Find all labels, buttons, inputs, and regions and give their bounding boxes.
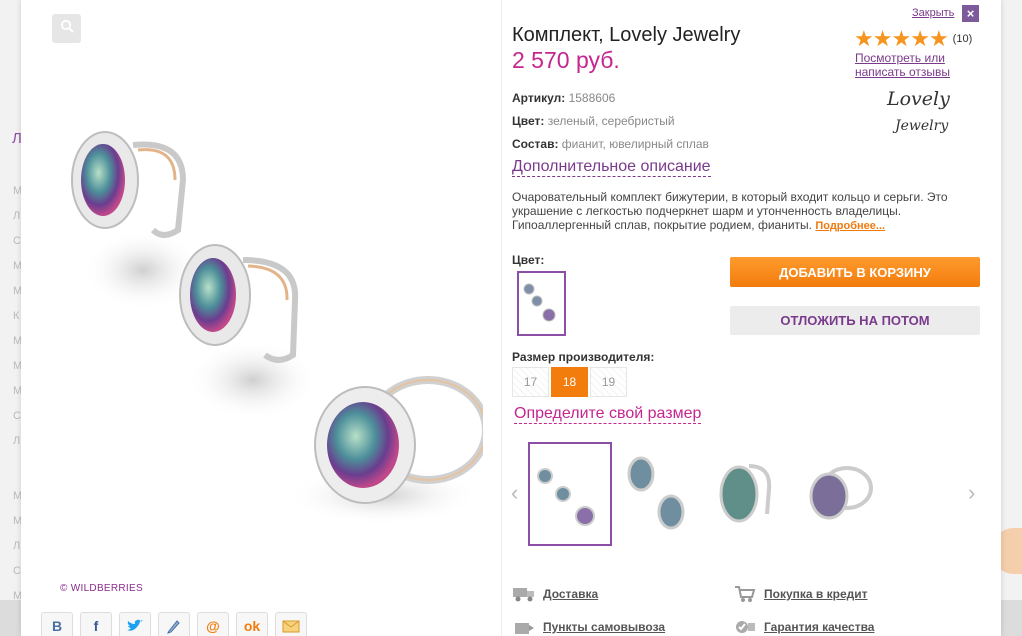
mailru-icon[interactable]: @ (197, 612, 229, 636)
size-option[interactable]: 19 (590, 367, 627, 397)
cart-icon (733, 585, 757, 603)
save-for-later-button[interactable]: ОТЛОЖИТЬ НА ПОТОМ (730, 306, 980, 335)
odnoklassniki-icon[interactable]: ok (236, 612, 268, 636)
thumbnail-strip: ‹ › (511, 440, 981, 550)
rating-stars: ★ ★ ★ ★ ★ (10) (854, 28, 972, 50)
pickup-icon (512, 618, 536, 636)
delivery-label: Доставка (543, 587, 599, 601)
product-quickview-popup: © WILDBERRIES В f @ ok Комплект, Lovely … (21, 0, 1001, 636)
credit-label: Покупка в кредит (764, 587, 868, 601)
spec-composition-value: фианит, ювелирный сплав (561, 137, 709, 151)
brand-logo-line1: Lovely (887, 88, 950, 110)
brand-logo[interactable]: Lovely Jewelry (887, 88, 957, 140)
chevron-right-icon[interactable]: › (968, 480, 975, 506)
star-icon: ★ (854, 26, 874, 51)
pickup-label: Пункты самовывоза (543, 620, 666, 634)
column-divider (501, 0, 502, 636)
background-letter: С (13, 565, 21, 577)
review-count: (10) (952, 33, 973, 45)
size-heading: Размер производителя: (512, 350, 655, 364)
brand-logo-line2: Jewelry (895, 118, 949, 134)
color-swatch[interactable] (517, 271, 566, 336)
background-letter: Л (13, 435, 21, 447)
thumbnail[interactable] (709, 444, 789, 544)
vk-icon[interactable]: В (41, 612, 73, 636)
background-letter: С (13, 410, 21, 422)
zoom-button[interactable] (52, 14, 81, 43)
facebook-icon[interactable]: f (80, 612, 112, 636)
background-letter: Л (13, 540, 21, 552)
star-icon: ★ (910, 26, 930, 51)
star-icon: ★ (891, 26, 911, 51)
twitter-icon[interactable] (119, 612, 151, 636)
spec-color-value: зеленый, серебристый (547, 114, 675, 128)
size-option[interactable]: 17 (512, 367, 549, 397)
spec-color: Цвет: зеленый, серебристый (512, 114, 675, 128)
close-icon[interactable]: × (962, 5, 979, 22)
color-heading: Цвет: (512, 253, 545, 267)
social-share-bar: В f @ ok (41, 612, 307, 636)
thumbnail[interactable] (528, 442, 612, 546)
chevron-left-icon[interactable]: ‹ (511, 480, 518, 506)
truck-icon (512, 585, 536, 603)
find-size-link[interactable]: Определите свой размер (514, 405, 702, 424)
credit-link[interactable]: Покупка в кредит (733, 585, 868, 603)
size-selector: 17 18 19 (512, 367, 627, 397)
search-icon (60, 19, 74, 38)
spec-article-value: 1588606 (568, 91, 616, 105)
background-letter: К (13, 310, 20, 322)
background-letter: С (13, 235, 21, 247)
main-product-image[interactable] (43, 110, 490, 530)
guarantee-link[interactable]: Гарантия качества (733, 618, 874, 636)
add-to-cart-button[interactable]: ДОБАВИТЬ В КОРЗИНУ (730, 257, 980, 287)
star-icon: ★ (872, 26, 893, 51)
spec-color-label: Цвет: (512, 114, 545, 128)
watermark: © WILDBERRIES (60, 583, 143, 594)
details-link[interactable]: Подробнее... (815, 220, 885, 232)
guarantee-label: Гарантия качества (764, 620, 875, 634)
product-price: 2 570 руб. (512, 47, 620, 73)
livejournal-icon[interactable] (158, 612, 190, 636)
star-icon: ★ (928, 26, 949, 51)
spec-article-label: Артикул: (512, 91, 566, 105)
delivery-link[interactable]: Доставка (512, 585, 598, 603)
spec-composition-label: Состав: (512, 137, 559, 151)
guarantee-icon (733, 618, 757, 636)
pickup-link[interactable]: Пункты самовывоза (512, 618, 665, 636)
product-description: Очаровательный комплект бижутерии, в кот… (512, 190, 974, 233)
spec-article: Артикул: 1588606 (512, 91, 615, 105)
thumbnail[interactable] (799, 444, 879, 544)
size-option-selected[interactable]: 18 (551, 367, 588, 397)
thumbnail[interactable] (619, 444, 699, 544)
close-link[interactable]: Закрыть (912, 7, 954, 19)
reviews-link[interactable]: Посмотреть или написать отзывы (855, 51, 965, 79)
more-description-link[interactable]: Дополнительное описание (512, 158, 711, 177)
email-share-icon[interactable] (275, 612, 307, 636)
spec-composition: Состав: фианит, ювелирный сплав (512, 137, 709, 151)
background-letter: Л (13, 210, 21, 222)
product-title: Комплект, Lovely Jewelry (512, 24, 741, 46)
